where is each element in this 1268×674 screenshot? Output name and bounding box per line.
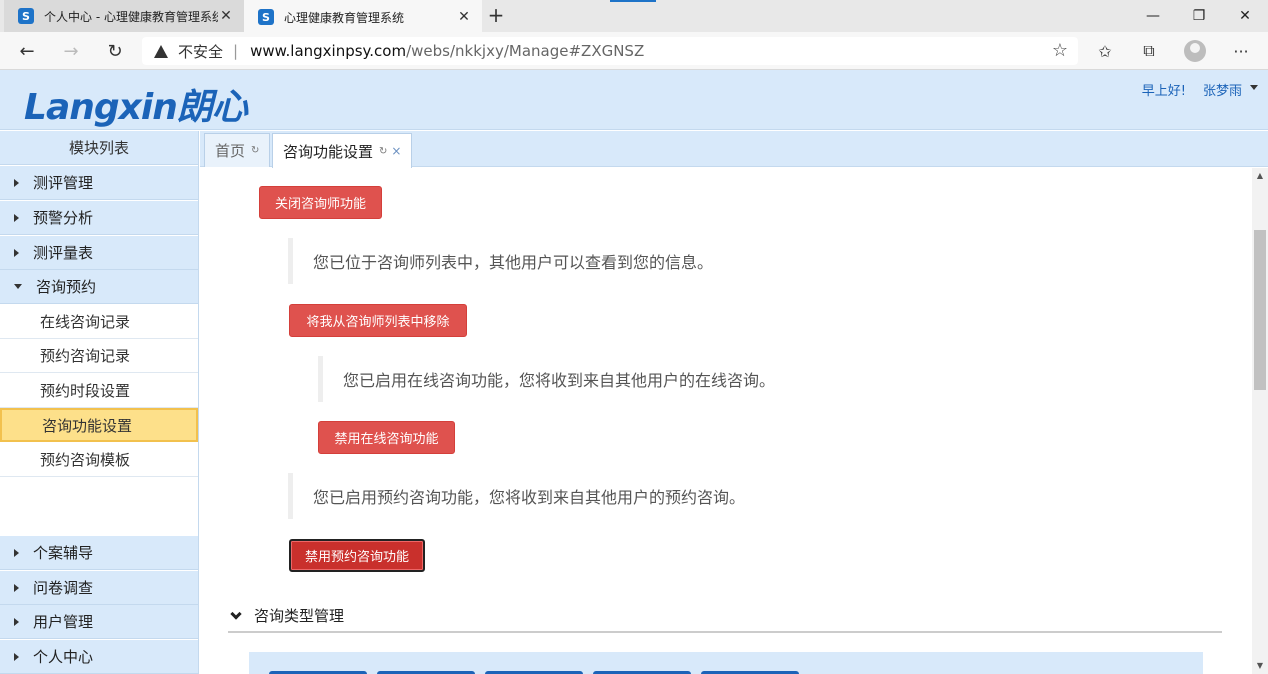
tab-highlight-line bbox=[610, 0, 656, 2]
caret-down-icon bbox=[14, 284, 22, 289]
reload-button[interactable]: ↻ bbox=[100, 36, 130, 66]
new-tab-button[interactable]: + bbox=[484, 4, 508, 28]
sidebar-item-user-management[interactable]: 用户管理 bbox=[0, 605, 198, 639]
site-favicon-icon: S bbox=[258, 9, 274, 25]
close-window-button[interactable]: ✕ bbox=[1222, 0, 1268, 32]
sidebar-item-label: 问卷调查 bbox=[33, 579, 94, 597]
sidebar-item-label: 测评量表 bbox=[33, 244, 94, 262]
logo: Langxin朗心 bbox=[24, 87, 248, 128]
caret-right-icon bbox=[14, 652, 19, 661]
tab-label: 咨询功能设置 bbox=[283, 142, 374, 161]
caret-right-icon bbox=[14, 617, 19, 626]
counseling-type-section-header[interactable]: 咨询类型管理 bbox=[228, 600, 1222, 633]
url-path: /webs/nkkjxy/Manage#ZXGNSZ bbox=[406, 42, 645, 60]
caret-right-icon bbox=[14, 248, 19, 257]
sidebar-item-assessment-scales[interactable]: 测评量表 bbox=[0, 236, 198, 270]
user-menu-caret-icon[interactable] bbox=[1250, 85, 1258, 90]
star-icon[interactable]: ☆ bbox=[1052, 40, 1068, 61]
content-tab-bar: 首页 ↻ 咨询功能设置 ↻ × bbox=[200, 131, 1268, 168]
browser-tab-system[interactable]: S 心理健康教育管理系统 ✕ bbox=[244, 0, 482, 32]
close-icon[interactable]: × bbox=[391, 144, 401, 158]
counseling-type-panel bbox=[249, 652, 1203, 674]
url-input[interactable]: 不安全 | www.langxinpsy.com/webs/nkkjxy/Man… bbox=[142, 37, 1078, 65]
sidebar-item-label: 测评管理 bbox=[33, 174, 94, 192]
app-header: Langxin朗心 早上好! 张梦雨 bbox=[0, 70, 1268, 130]
greeting-text: 早上好! bbox=[1141, 84, 1186, 99]
section-title: 咨询类型管理 bbox=[254, 607, 345, 625]
online-status-note: 您已启用在线咨询功能，您将收到来自其他用户的在线咨询。 bbox=[318, 356, 1018, 402]
sidebar-subitem-online-records[interactable]: 在线咨询记录 bbox=[0, 305, 198, 339]
sidebar-item-questionnaire[interactable]: 问卷调查 bbox=[0, 571, 198, 605]
collections-icon[interactable]: ⧉ bbox=[1134, 37, 1164, 65]
close-tab-icon[interactable]: ✕ bbox=[456, 9, 472, 25]
sidebar-subitem-appointment-records[interactable]: 预约咨询记录 bbox=[0, 339, 198, 373]
user-menu[interactable]: 张梦雨 bbox=[1203, 80, 1242, 99]
tab-counseling-settings[interactable]: 咨询功能设置 ↻ × bbox=[272, 133, 413, 168]
security-label[interactable]: 不安全 bbox=[178, 41, 223, 62]
sidebar-item-label: 个案辅导 bbox=[33, 544, 94, 562]
site-favicon-icon: S bbox=[18, 8, 34, 24]
caret-right-icon bbox=[14, 548, 19, 557]
warning-icon[interactable] bbox=[154, 44, 168, 58]
remove-from-counselor-list-button[interactable]: 将我从咨询师列表中移除 bbox=[289, 304, 467, 337]
refresh-icon[interactable]: ↻ bbox=[251, 145, 259, 156]
sidebar-item-label: 咨询预约 bbox=[36, 278, 97, 296]
avatar bbox=[1184, 40, 1206, 62]
scroll-up-icon[interactable]: ▲ bbox=[1252, 168, 1268, 184]
sidebar-item-counseling-appointment[interactable]: 咨询预约 bbox=[0, 270, 198, 304]
sidebar-item-assessment-management[interactable]: 测评管理 bbox=[0, 166, 198, 200]
disable-online-counseling-button[interactable]: 禁用在线咨询功能 bbox=[318, 421, 455, 454]
scroll-down-icon[interactable]: ▼ bbox=[1252, 658, 1268, 674]
disable-appointment-counseling-button[interactable]: 禁用预约咨询功能 bbox=[289, 539, 425, 572]
close-counselor-button[interactable]: 关闭咨询师功能 bbox=[259, 186, 382, 219]
refresh-icon[interactable]: ↻ bbox=[379, 146, 387, 157]
forward-button[interactable]: → bbox=[56, 36, 86, 66]
tab-title: 个人中心 - 心理健康教育管理系统 bbox=[44, 9, 218, 24]
url-separator: | bbox=[233, 42, 239, 60]
sidebar-item-personal-center[interactable]: 个人中心 bbox=[0, 640, 198, 674]
sidebar-item-warning-analysis[interactable]: 预警分析 bbox=[0, 201, 198, 235]
url-domain: www.langxinpsy.com bbox=[250, 42, 407, 60]
browser-tab-personal-center[interactable]: S 个人中心 - 心理健康教育管理系统 ✕ bbox=[4, 0, 244, 32]
sidebar-subitem-time-slot-settings[interactable]: 预约时段设置 bbox=[0, 374, 198, 408]
scroll-thumb[interactable] bbox=[1254, 230, 1266, 390]
restore-button[interactable]: ❐ bbox=[1176, 0, 1222, 32]
back-button[interactable]: ← bbox=[12, 36, 42, 66]
more-menu-icon[interactable]: ··· bbox=[1226, 37, 1256, 65]
browser-tab-bar: S 个人中心 - 心理健康教育管理系统 ✕ S 心理健康教育管理系统 ✕ + —… bbox=[0, 0, 1268, 32]
sidebar-item-label: 用户管理 bbox=[33, 613, 94, 631]
sidebar-subitem-counseling-settings[interactable]: 咨询功能设置 bbox=[0, 408, 198, 442]
main-content: 关闭咨询师功能 您已位于咨询师列表中，其他用户可以查看到您的信息。 将我从咨询师… bbox=[200, 168, 1252, 674]
counselor-status-note: 您已位于咨询师列表中，其他用户可以查看到您的信息。 bbox=[288, 238, 988, 284]
sidebar-title: 模块列表 bbox=[0, 131, 198, 165]
close-tab-icon[interactable]: ✕ bbox=[218, 8, 234, 24]
appointment-status-note: 您已启用预约咨询功能，您将收到来自其他用户的预约咨询。 bbox=[288, 473, 988, 519]
chevron-down-icon[interactable] bbox=[230, 607, 242, 620]
caret-right-icon bbox=[14, 178, 19, 187]
tab-label: 首页 bbox=[215, 142, 246, 160]
profile-button[interactable] bbox=[1180, 37, 1210, 65]
username[interactable]: 张梦雨 bbox=[1203, 84, 1242, 99]
address-toolbar: ← → ↻ 不安全 | www.langxinpsy.com/webs/nkkj… bbox=[0, 32, 1268, 70]
sidebar-item-label: 预警分析 bbox=[33, 209, 94, 227]
favorites-icon[interactable]: ✩ bbox=[1090, 37, 1120, 65]
sidebar-item-label: 个人中心 bbox=[33, 648, 94, 666]
caret-right-icon bbox=[14, 213, 19, 222]
tab-title: 心理健康教育管理系统 bbox=[284, 10, 405, 25]
vertical-scrollbar[interactable]: ▲ ▼ bbox=[1252, 168, 1268, 674]
sidebar-subitem-appointment-templates[interactable]: 预约咨询模板 bbox=[0, 443, 198, 477]
tab-home[interactable]: 首页 ↻ bbox=[204, 133, 271, 167]
sidebar: 模块列表 测评管理 预警分析 测评量表 咨询预约 在线咨询记录 预约咨询记录 预… bbox=[0, 131, 199, 674]
minimize-button[interactable]: — bbox=[1130, 0, 1176, 32]
sidebar-item-case-counseling[interactable]: 个案辅导 bbox=[0, 536, 198, 570]
caret-right-icon bbox=[14, 583, 19, 592]
